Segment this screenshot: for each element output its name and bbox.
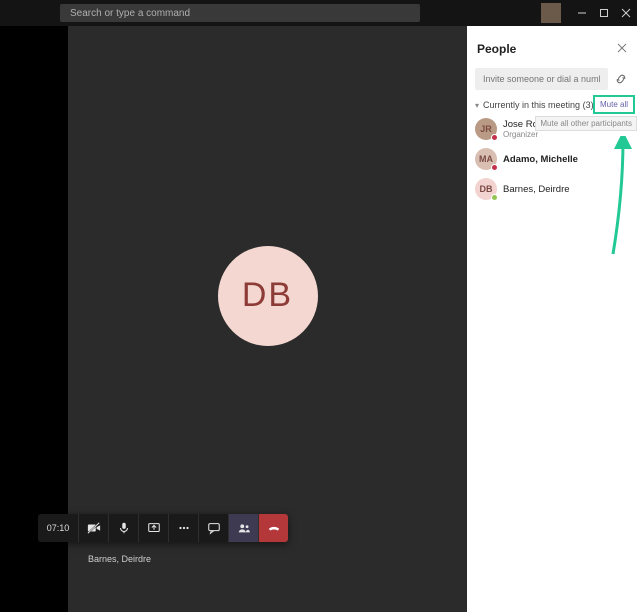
more-actions-button[interactable] [168,514,198,542]
participants-button[interactable] [228,514,258,542]
participant-avatar: JR [475,118,497,140]
participant-text: Barnes, Deirdre [503,184,570,195]
participant-avatar: MA [475,148,497,170]
meeting-toolbar: 07:10 [38,514,288,542]
speaker-name-label: Barnes, Deirdre [88,554,151,564]
window-controls [541,0,637,26]
search-placeholder: Search or type a command [70,8,190,19]
share-button[interactable] [138,514,168,542]
invite-input[interactable] [475,68,608,90]
participant-avatar: DB [475,178,497,200]
close-button[interactable] [615,0,637,26]
chat-button[interactable] [198,514,228,542]
minimize-button[interactable] [571,0,593,26]
invite-row [467,64,637,94]
participant-avatar-large: DB [218,246,318,346]
avatar-initials: DB [242,276,293,315]
participant-row[interactable]: DB Barnes, Deirdre [467,174,637,204]
currently-in-meeting-section[interactable]: ▾ Currently in this meeting (3) Mute all… [467,94,637,114]
participant-row[interactable]: MA Adamo, Michelle [467,144,637,174]
titlebar: Search or type a command [0,0,637,26]
participant-text: Adamo, Michelle [503,154,578,165]
presence-indicator [491,194,498,201]
copy-link-button[interactable] [612,68,629,90]
chevron-down-icon: ▾ [475,101,479,110]
hangup-button[interactable] [258,514,288,542]
participant-name: Barnes, Deirdre [503,184,570,195]
participant-name: Adamo, Michelle [503,154,578,165]
people-panel-title: People [477,42,516,56]
people-panel: People ▾ Currently in this meeting (3) M… [467,26,637,612]
meeting-stage: DB 07:10 [68,26,467,612]
call-timer: 07:10 [38,514,78,542]
mute-all-button[interactable]: Mute all [593,95,635,114]
section-count: (3) [583,100,594,110]
close-panel-button[interactable] [617,40,627,58]
presence-indicator [491,134,498,141]
people-panel-header: People [467,26,637,64]
mute-all-tooltip: Mute all other participants [535,116,637,131]
maximize-button[interactable] [593,0,615,26]
main-area: DB 07:10 [0,26,637,612]
section-label: Currently in this meeting [483,100,580,110]
user-avatar[interactable] [541,3,561,23]
search-input[interactable]: Search or type a command [60,4,420,22]
mic-toggle[interactable] [108,514,138,542]
presence-indicator [491,164,498,171]
camera-toggle[interactable] [78,514,108,542]
participant-role: Organizer [503,130,558,139]
